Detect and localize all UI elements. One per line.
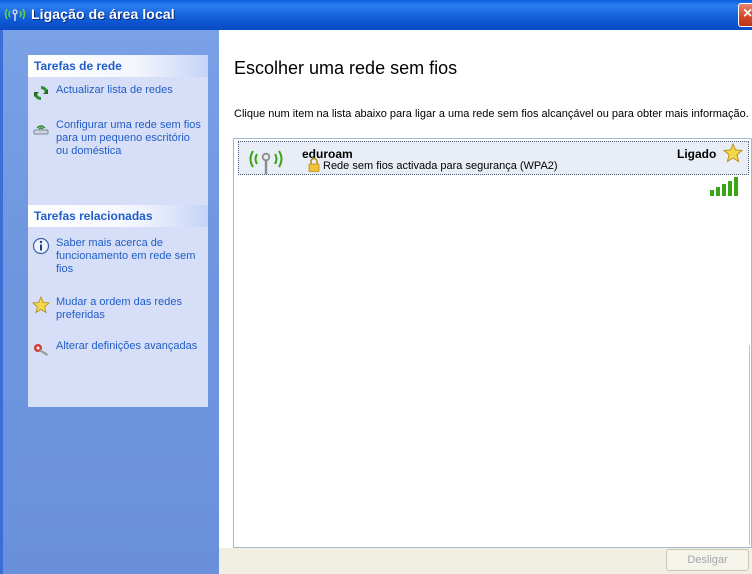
title-bar: Ligação de área local × <box>0 0 752 30</box>
related-tasks-header: Tarefas relacionadas <box>28 205 208 227</box>
network-tasks-panel: Tarefas de rede Actualizar lista de rede… <box>28 55 208 207</box>
task-refresh-network-list[interactable]: Actualizar lista de redes <box>28 84 208 100</box>
signal-strength-icon <box>710 177 738 196</box>
task-label: Actualizar lista de redes <box>56 84 173 96</box>
settings-wrench-icon <box>34 344 48 356</box>
disconnect-button[interactable]: Desligar <box>666 549 749 571</box>
security-description: Rede sem fios activada para segurança (W… <box>323 160 558 172</box>
connection-status: Ligado <box>677 147 717 161</box>
close-button[interactable]: × <box>738 3 752 27</box>
task-label: Mudar a ordem das redes preferidas <box>56 296 182 321</box>
task-pane-edge <box>0 30 3 574</box>
info-icon <box>32 237 50 255</box>
related-tasks-panel: Tarefas relacionadas Saber mais acerca d… <box>28 205 208 407</box>
task-label: Alterar definições avançadas <box>56 340 198 352</box>
network-tasks-header: Tarefas de rede <box>28 55 208 77</box>
page-title: Escolher uma rede sem fios <box>234 58 458 78</box>
setup-wizard-icon <box>33 125 49 135</box>
list-scrollbar[interactable] <box>749 345 750 545</box>
preferred-network-star-icon <box>723 143 743 163</box>
wireless-network-icon <box>249 150 283 174</box>
window-title: Ligação de área local <box>31 6 175 22</box>
instructions-text: Clique num item na lista abaixo para lig… <box>234 108 749 120</box>
task-setup-wireless-network[interactable]: Configurar uma rede sem fios para um peq… <box>28 119 208 158</box>
star-icon <box>32 296 50 314</box>
close-icon: × <box>743 5 752 22</box>
lock-icon <box>308 157 320 172</box>
task-change-preferred-order[interactable]: Mudar a ordem das redes preferidas <box>28 296 208 322</box>
wireless-network-list[interactable] <box>233 138 752 548</box>
wireless-network-icon <box>4 8 26 21</box>
task-learn-wireless[interactable]: Saber mais acerca de funcionamento em re… <box>28 237 208 276</box>
refresh-icon <box>34 86 48 100</box>
task-advanced-settings[interactable]: Alterar definições avançadas <box>28 340 208 356</box>
task-label: Configurar uma rede sem fios para um peq… <box>56 119 201 157</box>
task-label: Saber mais acerca de funcionamento em re… <box>56 237 196 275</box>
